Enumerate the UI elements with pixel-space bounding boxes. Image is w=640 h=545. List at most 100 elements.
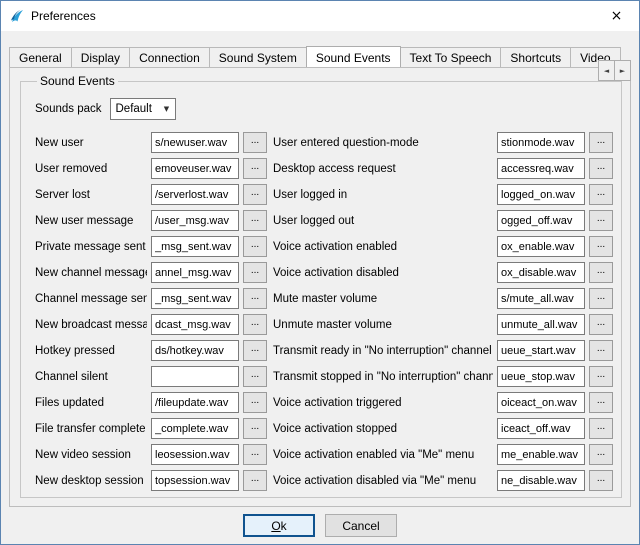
sound-file-input[interactable] xyxy=(151,340,239,361)
browse-button[interactable]: ... xyxy=(589,158,613,179)
tab-scroll-left-button[interactable]: ◄ xyxy=(598,60,615,81)
tab-sound-events[interactable]: Sound Events xyxy=(306,46,401,67)
sound-file-input[interactable] xyxy=(151,262,239,283)
sound-file-input[interactable] xyxy=(151,288,239,309)
tab-general[interactable]: General xyxy=(9,47,72,67)
sound-event-row: Voice activation disabled ... xyxy=(273,262,613,283)
sounds-pack-select[interactable]: Default ▼ xyxy=(110,98,176,120)
sound-event-row: Transmit ready in "No interruption" chan… xyxy=(273,340,613,361)
browse-button[interactable]: ... xyxy=(243,210,267,231)
sound-event-label: Voice activation disabled via "Me" menu xyxy=(273,475,493,487)
sound-events-column-right: User entered question-mode ... Desktop a… xyxy=(273,132,613,496)
sound-event-label: Transmit stopped in "No interruption" ch… xyxy=(273,371,493,383)
sound-file-input[interactable] xyxy=(151,158,239,179)
sound-event-label: Voice activation disabled xyxy=(273,267,493,279)
browse-button[interactable]: ... xyxy=(589,366,613,387)
browse-button[interactable]: ... xyxy=(589,262,613,283)
sound-file-input[interactable] xyxy=(151,210,239,231)
tab-connection[interactable]: Connection xyxy=(129,47,210,67)
browse-button[interactable]: ... xyxy=(243,366,267,387)
sound-file-input[interactable] xyxy=(497,262,585,283)
browse-button[interactable]: ... xyxy=(243,444,267,465)
sound-file-input[interactable] xyxy=(497,366,585,387)
browse-button[interactable]: ... xyxy=(589,470,613,491)
sound-events-tab-page: Sound Events Sounds pack Default ▼ New u… xyxy=(9,67,631,507)
sound-event-row: Files updated ... xyxy=(35,392,267,413)
sound-file-input[interactable] xyxy=(497,470,585,491)
sound-event-row: Channel silent ... xyxy=(35,366,267,387)
tab-scroll-right-button[interactable]: ► xyxy=(614,60,631,81)
sound-event-row: New video session ... xyxy=(35,444,267,465)
browse-button[interactable]: ... xyxy=(243,158,267,179)
browse-button[interactable]: ... xyxy=(243,392,267,413)
tab-shortcuts[interactable]: Shortcuts xyxy=(500,47,571,67)
tab-label: Sound Events xyxy=(316,51,391,65)
scroll-left-icon: ◄ xyxy=(604,67,609,75)
browse-button[interactable]: ... xyxy=(243,184,267,205)
sound-event-label: Voice activation triggered xyxy=(273,397,493,409)
sound-event-row: User logged in ... xyxy=(273,184,613,205)
window-title: Preferences xyxy=(31,9,96,23)
sound-file-input[interactable] xyxy=(151,132,239,153)
sound-file-input[interactable] xyxy=(497,236,585,257)
browse-button[interactable]: ... xyxy=(589,392,613,413)
sound-file-input[interactable] xyxy=(151,236,239,257)
sound-event-row: User logged out ... xyxy=(273,210,613,231)
sound-event-label: Hotkey pressed xyxy=(35,345,147,357)
sound-event-row: Channel message sent ... xyxy=(35,288,267,309)
sound-file-input[interactable] xyxy=(151,444,239,465)
sound-event-label: Mute master volume xyxy=(273,293,493,305)
sound-file-input[interactable] xyxy=(151,392,239,413)
sound-file-input[interactable] xyxy=(151,184,239,205)
cancel-button[interactable]: Cancel xyxy=(325,514,397,537)
browse-button[interactable]: ... xyxy=(589,314,613,335)
browse-button[interactable]: ... xyxy=(243,340,267,361)
sound-event-label: Files updated xyxy=(35,397,147,409)
sound-event-row: Voice activation stopped ... xyxy=(273,418,613,439)
browse-button[interactable]: ... xyxy=(589,210,613,231)
ok-button[interactable]: Ok xyxy=(243,514,315,537)
browse-button[interactable]: ... xyxy=(243,132,267,153)
tab-display[interactable]: Display xyxy=(71,47,130,67)
browse-button[interactable]: ... xyxy=(589,340,613,361)
tab-sound-system[interactable]: Sound System xyxy=(209,47,307,67)
sound-file-input[interactable] xyxy=(497,184,585,205)
sound-file-input[interactable] xyxy=(151,470,239,491)
sound-file-input[interactable] xyxy=(151,418,239,439)
sound-event-label: New video session xyxy=(35,449,147,461)
sound-events-columns: New user ... User removed ... Server los… xyxy=(35,132,613,496)
sound-event-row: Unmute master volume ... xyxy=(273,314,613,335)
browse-button[interactable]: ... xyxy=(589,418,613,439)
browse-button[interactable]: ... xyxy=(243,262,267,283)
browse-button[interactable]: ... xyxy=(589,184,613,205)
sound-file-input[interactable] xyxy=(151,314,239,335)
browse-button[interactable]: ... xyxy=(243,236,267,257)
sound-file-input[interactable] xyxy=(151,366,239,387)
sound-event-row: Private message sent ... xyxy=(35,236,267,257)
browse-button[interactable]: ... xyxy=(243,418,267,439)
sound-file-input[interactable] xyxy=(497,444,585,465)
preferences-window: Preferences × General Display Connection… xyxy=(0,0,640,545)
sound-event-label: Voice activation enabled via "Me" menu xyxy=(273,449,493,461)
sound-file-input[interactable] xyxy=(497,288,585,309)
browse-button[interactable]: ... xyxy=(243,314,267,335)
sound-file-input[interactable] xyxy=(497,392,585,413)
close-button[interactable]: × xyxy=(594,1,639,31)
tab-text-to-speech[interactable]: Text To Speech xyxy=(400,47,502,67)
browse-button[interactable]: ... xyxy=(243,288,267,309)
browse-button[interactable]: ... xyxy=(243,470,267,491)
sound-file-input[interactable] xyxy=(497,158,585,179)
browse-button[interactable]: ... xyxy=(589,444,613,465)
sound-event-row: New user ... xyxy=(35,132,267,153)
sound-file-input[interactable] xyxy=(497,210,585,231)
sound-event-label: New desktop session xyxy=(35,475,147,487)
browse-button[interactable]: ... xyxy=(589,288,613,309)
browse-button[interactable]: ... xyxy=(589,236,613,257)
browse-button[interactable]: ... xyxy=(589,132,613,153)
sound-file-input[interactable] xyxy=(497,314,585,335)
app-icon xyxy=(9,8,25,24)
sound-file-input[interactable] xyxy=(497,132,585,153)
sound-file-input[interactable] xyxy=(497,418,585,439)
sound-event-label: New user xyxy=(35,137,147,149)
sound-file-input[interactable] xyxy=(497,340,585,361)
